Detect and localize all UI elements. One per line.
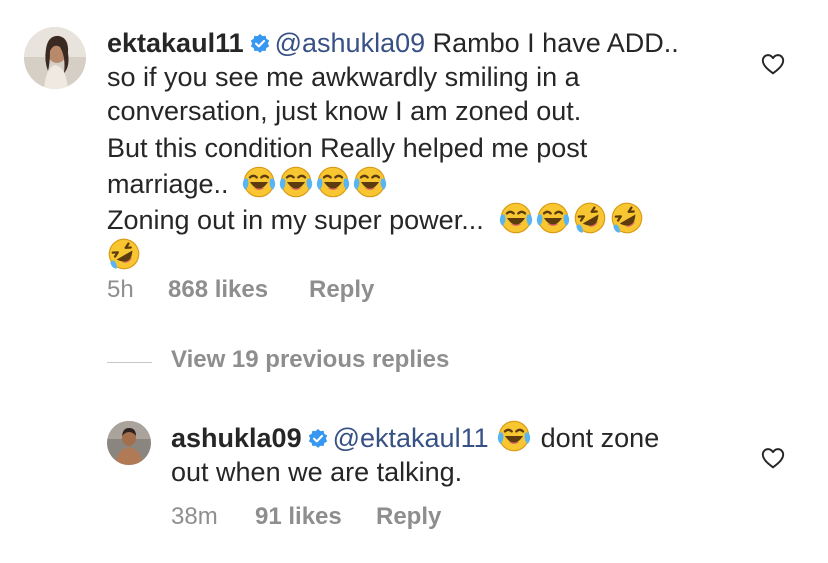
tears-of-joy-emoji — [242, 165, 276, 199]
comment-reply-button[interactable]: Reply — [309, 276, 374, 304]
comment-line-2: so if you see me awkwardly smiling in a — [107, 62, 580, 92]
tears-of-joy-emoji — [499, 201, 533, 235]
comment-line-6: Zoning out in my super power... — [107, 201, 767, 237]
reply-time: 38m — [171, 503, 218, 530]
verified-badge-icon — [249, 33, 271, 55]
verified-badge-icon — [307, 428, 329, 450]
comment-line-1: ektakaul11 @ashukla09 Rambo I have ADD.. — [107, 26, 767, 60]
reply-username[interactable]: ashukla09 — [171, 423, 302, 453]
heart-icon[interactable] — [760, 51, 786, 77]
reply-likes[interactable]: 91 likes — [255, 503, 342, 531]
comment-body: ektakaul11 @ashukla09 Rambo I have ADD.. … — [107, 26, 767, 273]
comment-line-3: conversation, just know I am zoned out. — [107, 96, 582, 126]
comment-likes[interactable]: 868 likes — [168, 276, 268, 304]
reply-line-1: ashukla09 @ektakaul11 dont zone — [171, 419, 751, 455]
avatar-ektakaul11[interactable] — [24, 27, 86, 89]
tears-of-joy-emoji — [316, 165, 350, 199]
comment-username[interactable]: ektakaul11 — [107, 28, 244, 58]
reply-line-2: out when we are talking. — [171, 457, 463, 487]
reply-text-line: dont zone — [540, 423, 660, 453]
comment-line-4: But this condition Really helped me post — [107, 133, 588, 163]
comment-line-7 — [107, 237, 767, 273]
replies-divider — [107, 362, 152, 363]
comment-text-line: marriage.. — [107, 169, 229, 199]
rofl-emoji — [573, 201, 607, 235]
tears-of-joy-emoji — [353, 165, 387, 199]
tears-of-joy-emoji — [536, 201, 570, 235]
rofl-emoji — [610, 201, 644, 235]
comment-text-line: Zoning out in my super power... — [107, 205, 484, 235]
comment-mention[interactable]: @ashukla09 — [275, 28, 426, 58]
tears-of-joy-emoji — [497, 419, 531, 453]
reply-mention[interactable]: @ektakaul11 — [333, 423, 489, 453]
rofl-emoji — [107, 237, 141, 271]
reply-reply-button[interactable]: Reply — [376, 503, 441, 531]
heart-icon[interactable] — [760, 445, 786, 471]
view-previous-replies-button[interactable]: View 19 previous replies — [171, 346, 449, 374]
comment-time: 5h — [107, 276, 134, 303]
reply-body: ashukla09 @ektakaul11 dont zone out when w… — [171, 419, 751, 489]
comment-text-line: Rambo I have ADD.. — [432, 28, 679, 58]
comment-line-5: marriage.. — [107, 165, 767, 201]
tears-of-joy-emoji — [279, 165, 313, 199]
avatar-ashukla09[interactable] — [107, 421, 151, 465]
